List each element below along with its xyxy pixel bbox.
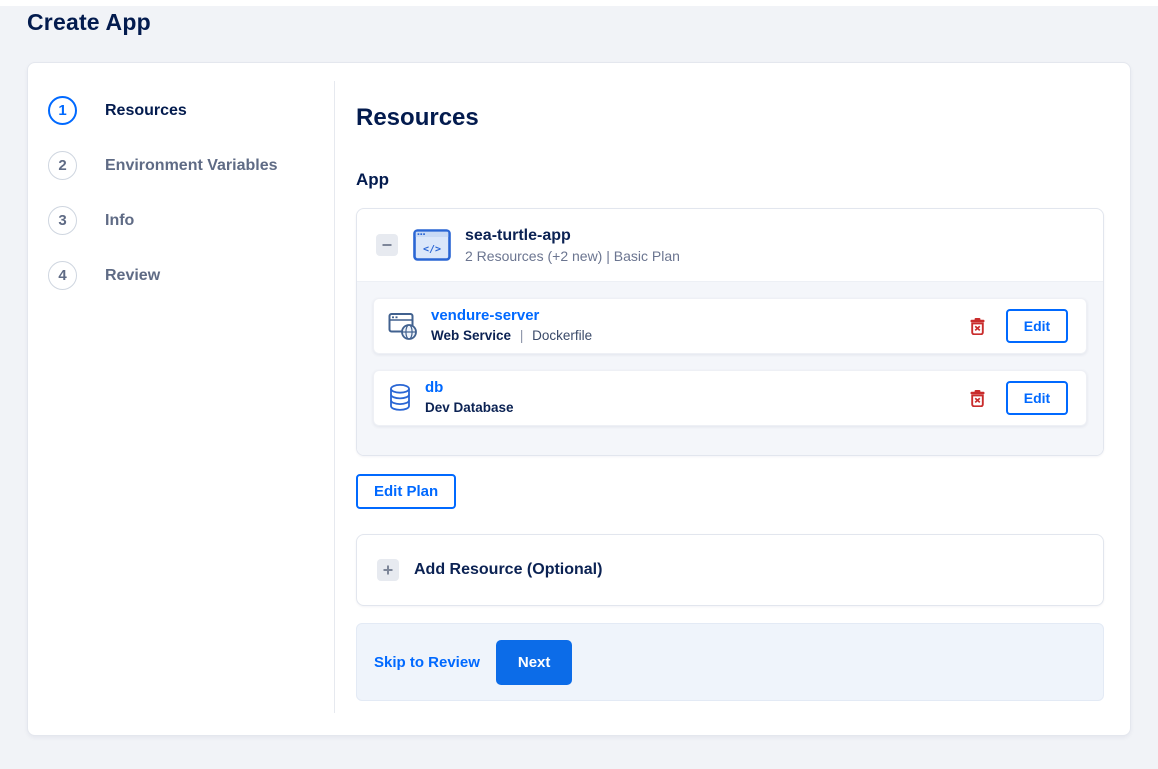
step-4-circle: 4 xyxy=(48,261,77,290)
step-info[interactable]: 3 Info xyxy=(28,193,335,248)
step-4-label: Review xyxy=(105,266,161,284)
resource-row-vendure-server: vendure-server Web Service | Dockerfile xyxy=(373,298,1087,354)
resource-type: Dev Database xyxy=(425,400,514,416)
edit-resource-button[interactable]: Edit xyxy=(1006,309,1068,343)
delete-resource-button[interactable] xyxy=(968,316,987,337)
step-2-label: Environment Variables xyxy=(105,156,278,174)
step-content: Resources App </> sea-turtle-app 2 Resou… xyxy=(335,63,1130,735)
resources-heading: Resources xyxy=(356,104,479,131)
web-service-icon xyxy=(388,313,417,340)
create-app-card: 1 Resources 2 Environment Variables 3 In… xyxy=(27,62,1131,736)
step-review[interactable]: 4 Review xyxy=(28,248,335,303)
svg-text:</>: </> xyxy=(423,244,441,255)
add-resource-label: Add Resource (Optional) xyxy=(414,561,603,578)
plus-icon xyxy=(383,565,393,575)
next-button[interactable]: Next xyxy=(495,639,573,685)
app-section-label: App xyxy=(356,170,390,189)
edit-resource-button[interactable]: Edit xyxy=(1006,381,1068,415)
resource-text: vendure-server Web Service | Dockerfile xyxy=(431,307,592,344)
minus-icon xyxy=(382,244,392,246)
resource-type: Web Service xyxy=(431,328,512,344)
top-strip xyxy=(0,0,1158,6)
resource-name-link[interactable]: vendure-server xyxy=(431,307,539,324)
app-group-resources: vendure-server Web Service | Dockerfile xyxy=(357,281,1103,455)
page-title: Create App xyxy=(27,9,151,35)
app-group-titles: sea-turtle-app 2 Resources (+2 new) | Ba… xyxy=(465,226,680,264)
resource-meta: Dev Database xyxy=(425,400,514,416)
edit-plan-button[interactable]: Edit Plan xyxy=(356,474,457,509)
wizard-footer: Skip to Review Next xyxy=(356,623,1104,701)
step-3-circle: 3 xyxy=(48,206,77,235)
step-2-circle: 2 xyxy=(48,151,77,180)
skip-to-review-link[interactable]: Skip to Review xyxy=(374,654,480,671)
app-group-name: sea-turtle-app xyxy=(465,226,571,244)
app-window-code-icon: </> xyxy=(413,229,451,261)
resource-name-link[interactable]: db xyxy=(425,379,443,396)
step-resources[interactable]: 1 Resources xyxy=(28,83,335,138)
wizard-stepper: 1 Resources 2 Environment Variables 3 In… xyxy=(28,63,335,735)
app-group-summary: 2 Resources (+2 new) | Basic Plan xyxy=(465,248,680,265)
step-1-circle: 1 xyxy=(48,96,77,125)
resource-text: db Dev Database xyxy=(425,379,514,416)
step-environment-variables[interactable]: 2 Environment Variables xyxy=(28,138,335,193)
resource-separator: | xyxy=(519,328,524,344)
step-1-label: Resources xyxy=(105,101,187,119)
delete-resource-button[interactable] xyxy=(968,388,987,409)
resource-source: Dockerfile xyxy=(532,328,593,344)
add-resource-card[interactable]: Add Resource (Optional) xyxy=(356,534,1104,606)
database-icon xyxy=(390,384,410,411)
add-resource-plus-button[interactable] xyxy=(377,559,399,581)
resource-row-db: db Dev Database Edit xyxy=(373,370,1087,426)
trash-icon xyxy=(970,389,985,407)
app-group-card: </> sea-turtle-app 2 Resources (+2 new) … xyxy=(356,208,1104,456)
step-3-label: Info xyxy=(105,211,135,229)
app-group-header: </> sea-turtle-app 2 Resources (+2 new) … xyxy=(357,209,1103,281)
resource-meta: Web Service | Dockerfile xyxy=(431,328,592,344)
collapse-app-button[interactable] xyxy=(376,234,398,256)
trash-icon xyxy=(970,317,985,335)
